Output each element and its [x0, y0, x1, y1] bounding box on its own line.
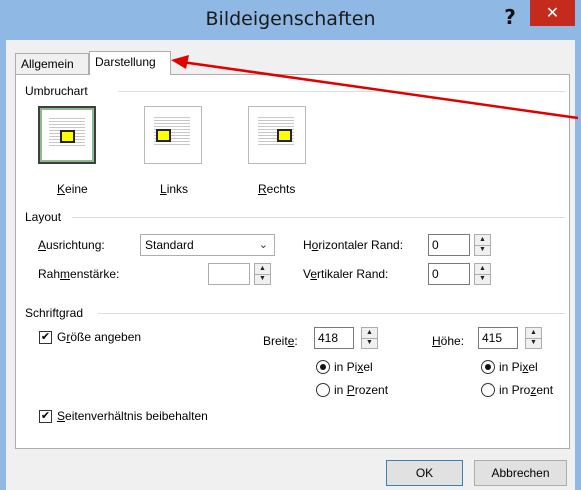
dialog-window: Bildeigenschaften ? ✕ Allgemein Darstell… [0, 0, 581, 490]
tab-darstellung[interactable]: Darstellung [89, 51, 171, 75]
annotation-arrow-icon [171, 55, 579, 120]
